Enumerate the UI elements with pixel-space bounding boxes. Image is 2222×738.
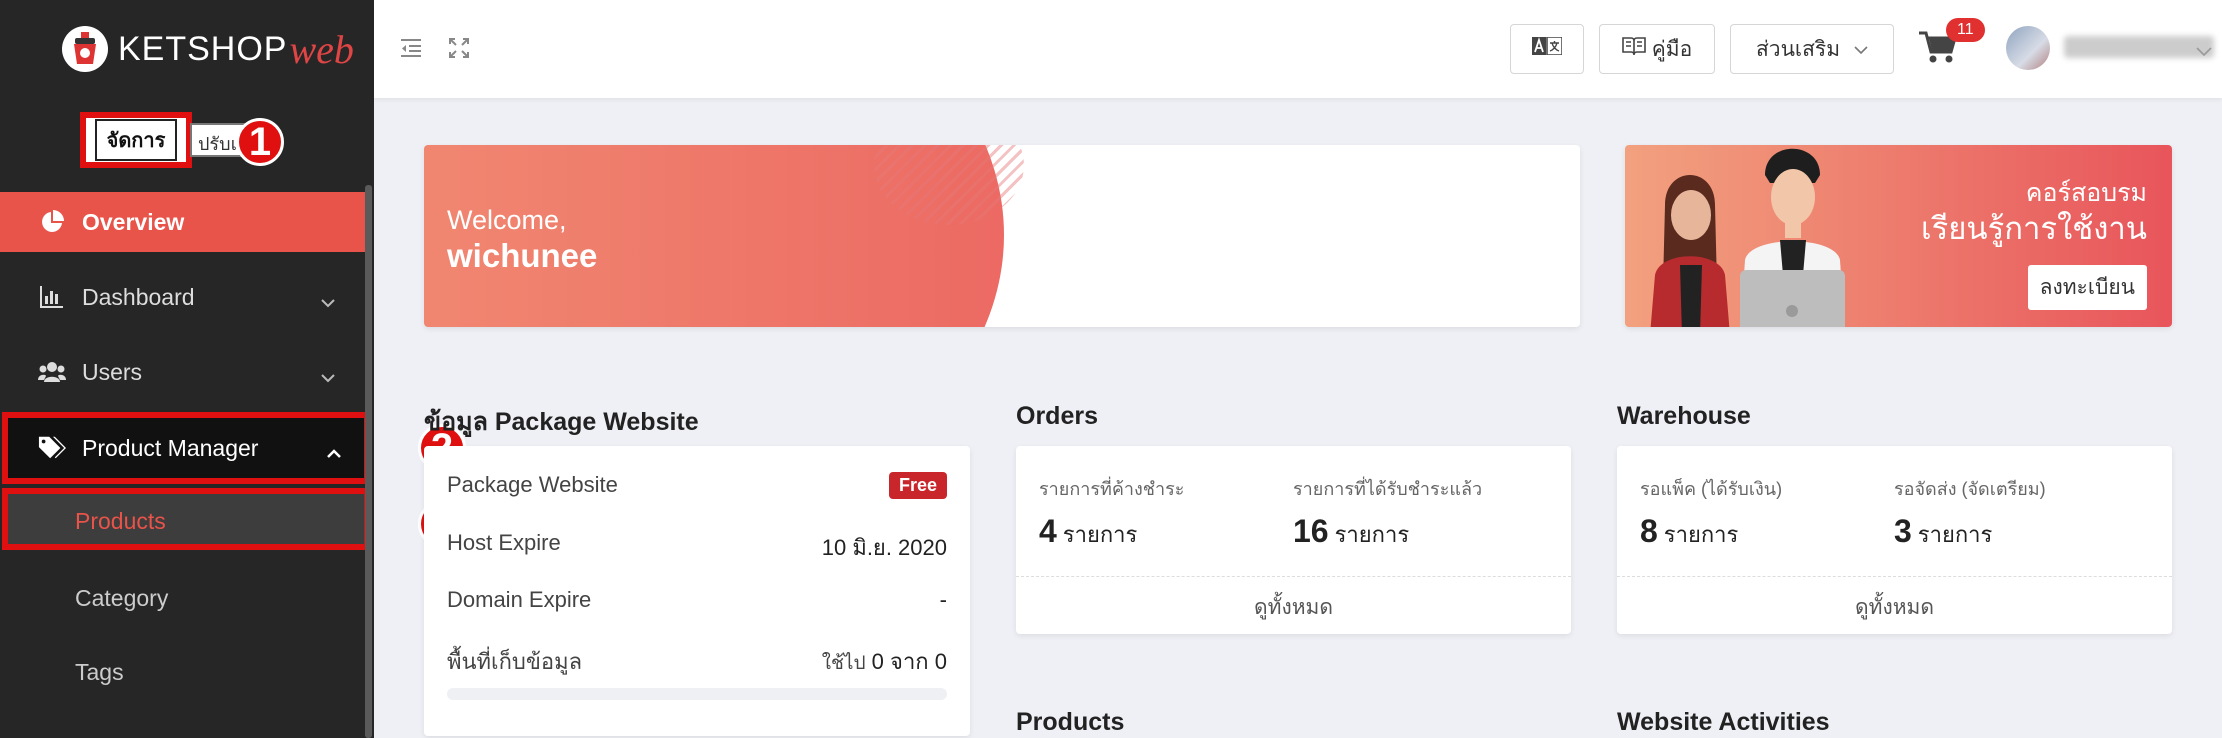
orders-pending-stat: รายการที่ค้างชำระ 4 รายการ	[1039, 474, 1184, 552]
orders-pending-label: รายการที่ค้างชำระ	[1039, 479, 1185, 499]
host-expire-label: Host Expire	[447, 530, 561, 555]
package-name-label: Package Website	[447, 472, 618, 497]
warehouse-card: รอแพ็ค (ได้รับเงิน) 8 รายการ รอจัดส่ง (จั…	[1617, 446, 2172, 634]
storage-used-label: ใช้ไป	[821, 653, 866, 674]
domain-expire-row: Domain Expire -	[447, 587, 947, 613]
top-header: คู่มือ ส่วนเสริม 11	[374, 0, 2222, 98]
sidebar-subitem-tags[interactable]: Tags	[75, 659, 124, 686]
sidebar-item-overview[interactable]: Overview	[0, 192, 366, 252]
translate-icon	[1532, 36, 1563, 61]
warehouse-ship-label: รอจัดส่ง (จัดเตรียม)	[1894, 479, 2046, 499]
manual-label: คู่มือ	[1651, 37, 1693, 61]
mode-switch: จัดการ ปรับแต่ง	[80, 112, 260, 168]
storage-usage: ใช้ไป 0 จาก 0	[822, 644, 947, 679]
cart-count-badge: 11	[1946, 18, 1985, 42]
activities-section-title: Website Activities	[1617, 708, 1830, 736]
warehouse-ship-stat: รอจัดส่ง (จัดเตรียม) 3 รายการ	[1894, 474, 2046, 552]
sidebar-item-product-manager[interactable]: Product Manager	[2, 412, 370, 484]
users-icon	[38, 358, 66, 386]
avatar[interactable]	[2006, 26, 2050, 70]
sidebar-item-dashboard[interactable]: Dashboard	[0, 267, 366, 327]
warehouse-section-title: Warehouse	[1617, 402, 1751, 430]
orders-card: รายการที่ค้างชำระ 4 รายการ รายการที่ได้รั…	[1016, 446, 1571, 634]
book-icon	[1621, 36, 1646, 62]
sidebar-subitem-products[interactable]: Products	[75, 508, 166, 535]
mode-manage-button[interactable]: จัดการ	[80, 112, 192, 168]
chevron-down-icon	[320, 362, 336, 389]
language-button[interactable]	[1510, 24, 1584, 74]
warehouse-pack-stat: รอแพ็ค (ได้รับเงิน) 8 รายการ	[1640, 474, 1782, 552]
people-illustration	[1650, 148, 1845, 327]
orders-unit: รายการ	[1334, 522, 1410, 547]
fullscreen-icon[interactable]	[449, 38, 469, 63]
warehouse-view-all-link[interactable]: ดูทั้งหมด	[1617, 591, 2172, 624]
mode-manage-label: จัดการ	[94, 119, 178, 161]
divider	[1617, 576, 2172, 577]
orders-paid-count: 16	[1293, 513, 1329, 549]
addons-label: ส่วนเสริม	[1755, 37, 1841, 61]
course-line2: เรียนรู้การใช้งาน	[1921, 211, 2147, 246]
divider	[1016, 576, 1571, 577]
products-section-title: Products	[1016, 708, 1125, 736]
sidebar-item-label: Dashboard	[82, 283, 195, 310]
brand-suffix: web	[289, 26, 354, 72]
status-badge: Free	[888, 472, 947, 499]
package-section-title: ข้อมูล Package Website	[424, 408, 699, 436]
domain-expire-value: -	[939, 587, 947, 612]
addons-dropdown[interactable]: ส่วนเสริม	[1730, 24, 1894, 74]
course-banner[interactable]: คอร์สอบรม เรียนรู้การใช้งาน ลงทะเบียน	[1625, 145, 2172, 327]
package-card: Package Website Free Host Expire 10 มิ.ย…	[424, 446, 970, 736]
brand-logo[interactable]: KETSHOP web	[62, 24, 354, 74]
storage-total-value: 0	[934, 649, 947, 674]
chevron-down-icon	[1854, 37, 1868, 61]
storage-progress-bar	[447, 688, 947, 700]
warehouse-unit: รายการ	[1663, 522, 1739, 547]
bar-chart-icon	[38, 283, 66, 311]
sidebar-subitem-category[interactable]: Category	[75, 585, 168, 612]
warehouse-pack-count: 8	[1640, 513, 1658, 549]
collapse-sidebar-icon[interactable]	[400, 38, 422, 63]
orders-section-title: Orders	[1016, 402, 1098, 430]
sidebar-scrollbar[interactable]	[365, 185, 372, 738]
welcome-greeting: Welcome,	[447, 205, 567, 235]
sidebar-item-label: Product Manager	[82, 434, 259, 461]
ketshop-logo-icon	[62, 26, 108, 72]
storage-label: พื้นที่เก็บข้อมูล	[447, 649, 583, 674]
register-button[interactable]: ลงทะเบียน	[2027, 265, 2147, 310]
storage-used-value: 0	[871, 649, 884, 674]
package-name-row: Package Website Free	[447, 472, 947, 499]
orders-view-all-link[interactable]: ดูทั้งหมด	[1016, 591, 1571, 624]
orders-pending-count: 4	[1039, 513, 1057, 549]
warehouse-pack-label: รอแพ็ค (ได้รับเงิน)	[1640, 479, 1783, 499]
sidebar: KETSHOP web จัดการ ปรับแต่ง 1 Overview D…	[0, 0, 466, 738]
orders-paid-stat: รายการที่ได้รับชำระแล้ว 16 รายการ	[1293, 474, 1482, 552]
sidebar-item-label: Users	[82, 358, 143, 385]
orders-paid-label: รายการที่ได้รับชำระแล้ว	[1293, 479, 1483, 499]
manual-button[interactable]: คู่มือ	[1599, 24, 1715, 74]
welcome-banner: Welcome, wichunee	[424, 145, 1580, 327]
callout-1: 1	[236, 118, 284, 166]
orders-unit: รายการ	[1062, 522, 1138, 547]
sidebar-subitem-products-highlight[interactable]	[2, 488, 370, 550]
pie-chart-icon	[38, 208, 66, 236]
host-expire-row: Host Expire 10 มิ.ย. 2020	[447, 530, 947, 565]
host-expire-value: 10 มิ.ย. 2020	[821, 535, 947, 560]
welcome-username: wichunee	[447, 237, 598, 274]
username-blurred[interactable]	[2064, 36, 2214, 58]
tags-icon	[38, 434, 66, 462]
chevron-down-icon[interactable]	[2196, 44, 2212, 62]
domain-expire-label: Domain Expire	[447, 587, 592, 612]
chevron-down-icon	[320, 287, 336, 314]
warehouse-ship-count: 3	[1894, 513, 1912, 549]
sidebar-item-label: Overview	[82, 208, 185, 235]
warehouse-unit: รายการ	[1917, 522, 1993, 547]
brand-name: KETSHOP	[118, 29, 288, 68]
chevron-up-icon	[326, 438, 342, 465]
storage-of-label: จาก	[890, 649, 929, 674]
storage-row: พื้นที่เก็บข้อมูล ใช้ไป 0 จาก 0	[447, 644, 947, 679]
sidebar-item-users[interactable]: Users	[0, 342, 366, 402]
